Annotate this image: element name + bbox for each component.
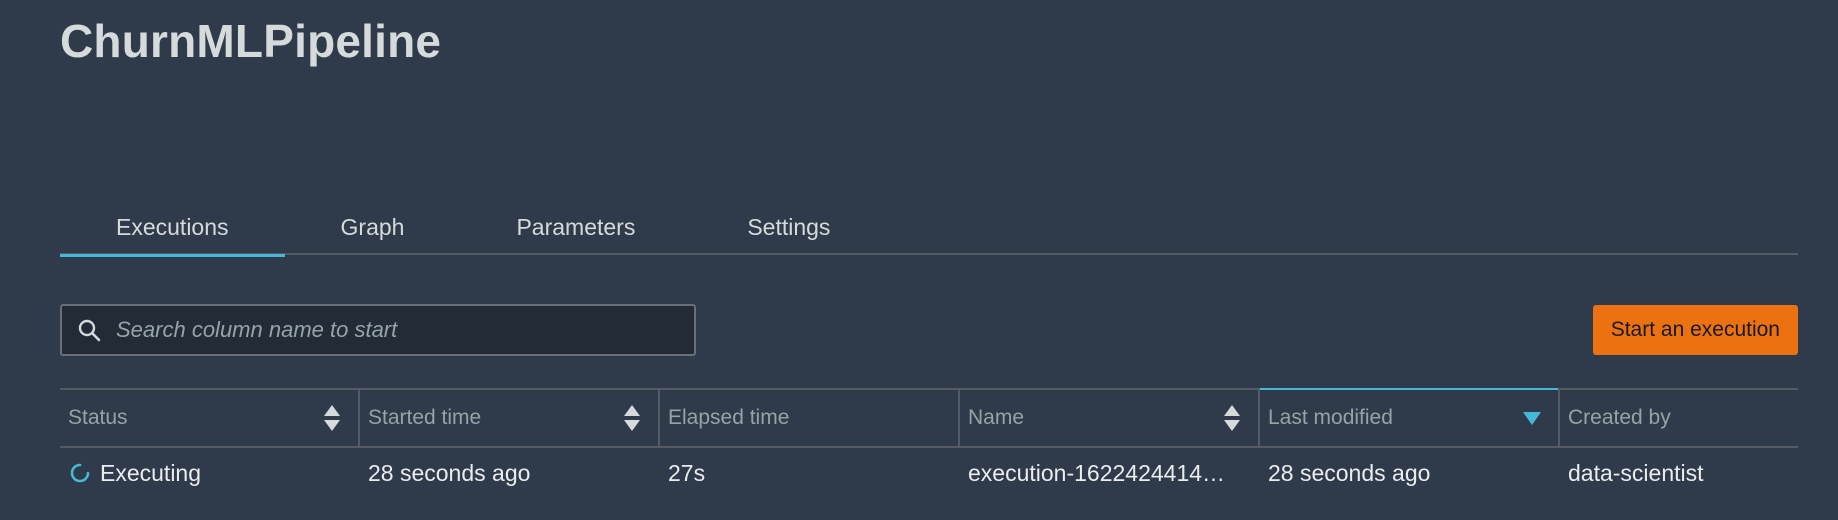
tab-parameters[interactable]: Parameters — [460, 200, 691, 255]
sort-descending-icon[interactable] — [1522, 410, 1542, 426]
executions-table: Status Started time Elapsed time Name La… — [60, 388, 1798, 498]
tab-executions-label: Executions — [116, 214, 229, 240]
tab-parameters-label: Parameters — [516, 214, 636, 240]
start-execution-button-label: Start an execution — [1610, 318, 1780, 341]
tab-graph[interactable]: Graph — [285, 200, 461, 255]
tab-settings[interactable]: Settings — [691, 200, 886, 255]
search-icon — [76, 317, 102, 343]
column-header-label: Created by — [1568, 406, 1671, 429]
created-by-text: data-scientist — [1568, 459, 1704, 486]
elapsed-time-text: 27s — [668, 459, 706, 486]
tab-bar: Executions Graph Parameters Settings — [60, 200, 1798, 257]
column-header-started-time[interactable]: Started time — [360, 390, 660, 446]
started-time-text: 28 seconds ago — [368, 459, 531, 486]
column-header-created-by[interactable]: Created by — [1560, 390, 1798, 446]
execution-name-link[interactable]: execution-1622424414… — [968, 460, 1225, 487]
last-modified-text: 28 seconds ago — [1268, 459, 1431, 486]
page-title: ChurnMLPipeline — [60, 15, 442, 67]
cell-created-by: data-scientist — [1560, 448, 1798, 498]
cell-status: Executing — [60, 448, 360, 498]
sort-icon[interactable] — [322, 403, 342, 433]
cell-elapsed-time: 27s — [660, 448, 960, 498]
column-header-label: Status — [68, 406, 128, 429]
column-header-label: Name — [968, 406, 1025, 429]
status-text: Executing — [100, 459, 202, 486]
search-input[interactable] — [102, 306, 694, 354]
spinner-icon — [68, 461, 92, 485]
column-header-status[interactable]: Status — [60, 390, 360, 446]
sort-icon[interactable] — [622, 403, 642, 433]
column-header-elapsed-time[interactable]: Elapsed time — [660, 390, 960, 446]
column-header-last-modified[interactable]: Last modified — [1260, 388, 1560, 446]
column-header-label: Started time — [368, 406, 482, 429]
start-execution-button[interactable]: Start an execution — [1592, 305, 1798, 355]
search-box — [60, 304, 696, 356]
table-header: Status Started time Elapsed time Name La… — [60, 388, 1798, 448]
column-header-name[interactable]: Name — [960, 390, 1260, 446]
tab-executions[interactable]: Executions — [60, 200, 285, 257]
tab-graph-label: Graph — [340, 214, 405, 240]
cell-last-modified: 28 seconds ago — [1260, 448, 1560, 498]
tab-settings-label: Settings — [747, 214, 831, 240]
column-header-label: Elapsed time — [668, 406, 790, 429]
column-header-label: Last modified — [1268, 406, 1393, 429]
table-row[interactable]: Executing 28 seconds ago 27s execution-1… — [60, 448, 1798, 498]
pipeline-page: ChurnMLPipeline Executions Graph Paramet… — [0, 0, 1838, 520]
cell-started-time: 28 seconds ago — [360, 448, 660, 498]
sort-icon[interactable] — [1222, 403, 1242, 433]
cell-name: execution-1622424414… — [960, 448, 1260, 498]
